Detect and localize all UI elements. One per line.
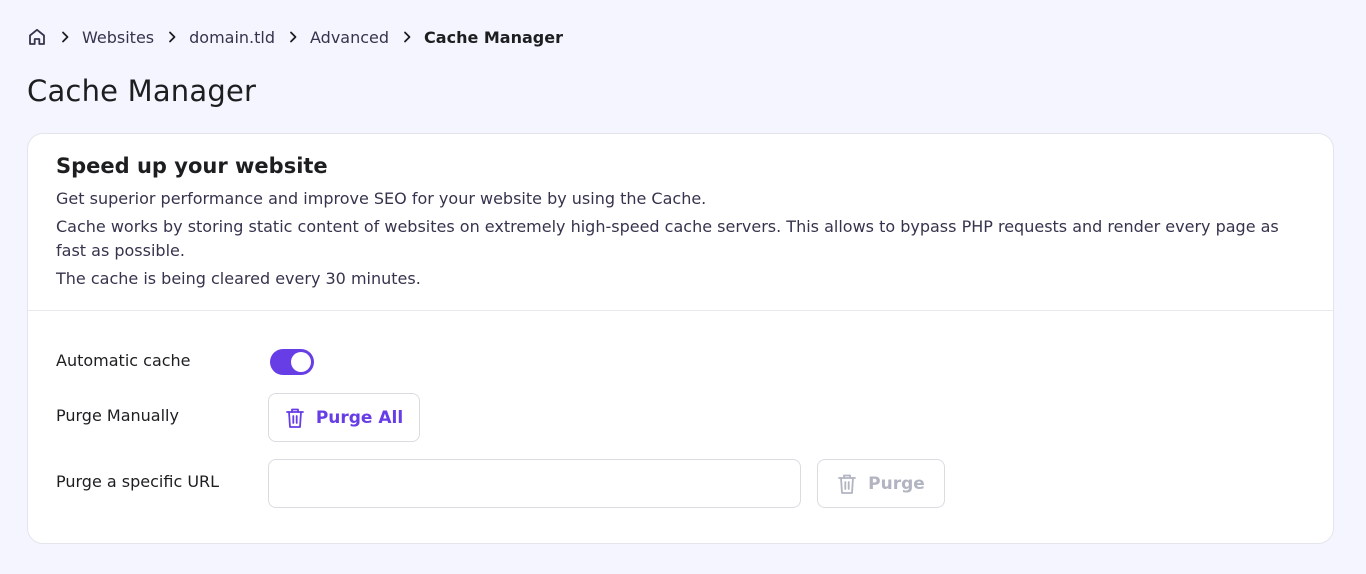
purge-all-button[interactable]: Purge All <box>268 393 420 442</box>
trash-icon <box>285 407 305 429</box>
chevron-right-icon <box>287 31 299 43</box>
automatic-cache-toggle[interactable] <box>270 349 314 375</box>
automatic-cache-label: Automatic cache <box>56 351 191 370</box>
breadcrumb-item-websites[interactable]: Websites <box>82 28 154 47</box>
page-title: Cache Manager <box>27 74 257 108</box>
chevron-right-icon <box>401 31 413 43</box>
purge-url-button[interactable]: Purge <box>817 459 945 508</box>
card-description-line: Cache works by storing static content of… <box>56 217 1279 260</box>
purge-url-label: Purge a specific URL <box>56 472 220 491</box>
card-header: Speed up your website Get superior perfo… <box>28 134 1333 311</box>
purge-all-label: Purge All <box>315 407 404 428</box>
cache-settings-card: Speed up your website Get superior perfo… <box>27 133 1334 544</box>
breadcrumb-item-advanced[interactable]: Advanced <box>310 28 389 47</box>
purge-url-input[interactable] <box>268 459 801 508</box>
card-description-line: Get superior performance and improve SEO… <box>56 189 707 208</box>
breadcrumb-item-current: Cache Manager <box>424 27 563 47</box>
chevron-right-icon <box>166 31 178 43</box>
home-icon[interactable] <box>27 27 47 47</box>
card-description-line: The cache is being cleared every 30 minu… <box>56 269 421 288</box>
chevron-right-icon <box>59 31 71 43</box>
card-title: Speed up your website <box>56 154 328 178</box>
trash-icon <box>837 473 857 495</box>
breadcrumb: Websites domain.tld Advanced Cache Manag… <box>27 24 563 50</box>
breadcrumb-item-domain[interactable]: domain.tld <box>189 28 275 47</box>
purge-manually-label: Purge Manually <box>56 406 179 425</box>
toggle-knob <box>291 352 311 372</box>
purge-button-label: Purge <box>868 473 925 494</box>
